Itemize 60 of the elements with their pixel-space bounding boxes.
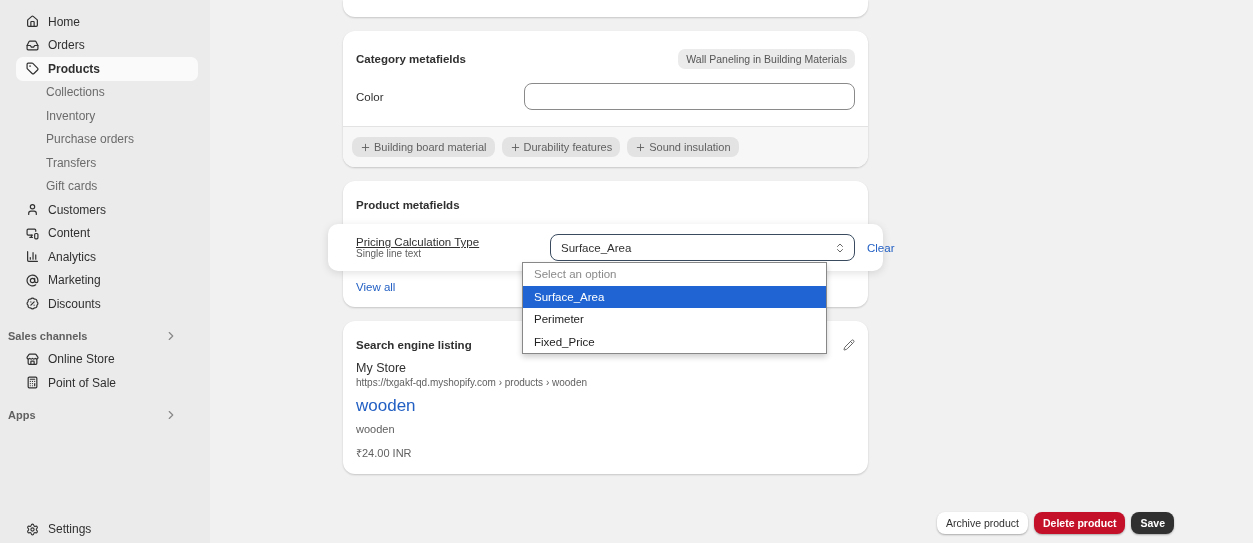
section-label: Sales channels [8,329,88,342]
nav-item[interactable]: Inventory [16,104,198,128]
action-button[interactable]: Archive product [937,512,1028,534]
dropdown-option[interactable]: Surface_Area [523,285,826,308]
chevrons-icon [834,241,846,254]
nav-item[interactable]: Settings [16,517,198,541]
select-field[interactable]: Surface_Area [550,234,855,261]
nav-item[interactable]: Marketing [16,268,198,292]
add-metafield-chip[interactable]: Durability features [501,137,621,157]
card-title: Search engine listing [356,339,472,351]
plus-icon [360,141,371,153]
nav-item[interactable]: Purchase orders [16,127,198,151]
add-metafield-chip[interactable]: Building board material [352,137,495,157]
tag-icon [26,62,39,76]
settings-icon [26,522,39,536]
action-button[interactable]: Save [1131,512,1174,534]
dropdown-option[interactable]: Fixed_Price [523,330,826,353]
plus-icon [509,141,521,153]
nav-item[interactable]: Transfers [16,151,198,175]
pencil-icon[interactable] [843,339,855,351]
plus-icon [635,141,647,153]
nav-item[interactable]: Orders [16,33,198,57]
inbox-icon [26,38,39,52]
home-icon [26,15,39,29]
price-text: ₹24.00 INR [356,446,413,460]
store-name: My Store [356,361,407,375]
nav-item[interactable]: Collections [16,80,198,104]
card-title: Product metafields [356,199,460,211]
description-text: wooden [356,423,396,435]
add-metafield-chip[interactable]: Sound insulation [627,137,739,157]
field-label: Color [356,90,385,103]
nav-item[interactable]: Content [16,221,198,245]
discount-badge-icon [26,297,39,311]
dropdown-option[interactable]: Perimeter [523,308,826,331]
dropdown-option[interactable]: Select an option [523,263,826,286]
action-button[interactable]: Delete product [1033,512,1126,534]
bar-chart-icon [26,250,39,264]
store-icon [26,352,39,366]
nav-item[interactable]: Discounts [16,292,198,316]
at-sign-icon [26,273,39,287]
nav-item[interactable]: Home [16,10,198,34]
nav-item[interactable]: Products [16,57,198,81]
nav-item[interactable]: Analytics [16,245,198,269]
section-label: Apps [8,408,36,421]
nav-item[interactable]: Gift cards [16,174,198,198]
clear-link[interactable]: Clear [855,241,895,254]
nav-item[interactable]: Customers [16,198,198,222]
input-field[interactable] [524,83,855,110]
field-label[interactable]: Pricing Calculation Type [356,236,550,248]
monitor-icon [26,226,39,240]
person-icon [26,203,39,217]
pos-icon [26,376,39,390]
view-all-link[interactable]: View all [356,281,396,293]
url-text: https://txgakf-qd.myshopify.com › products › wooden [356,377,589,388]
field-type: Single line text [356,248,423,259]
nav-item[interactable]: Point of Sale [16,371,198,395]
category-tag: Wall Paneling in Building Materials [678,49,855,69]
page-title: wooden [356,396,417,416]
card-title: Category metafields [356,53,466,65]
nav-item[interactable]: Online Store [16,347,198,371]
